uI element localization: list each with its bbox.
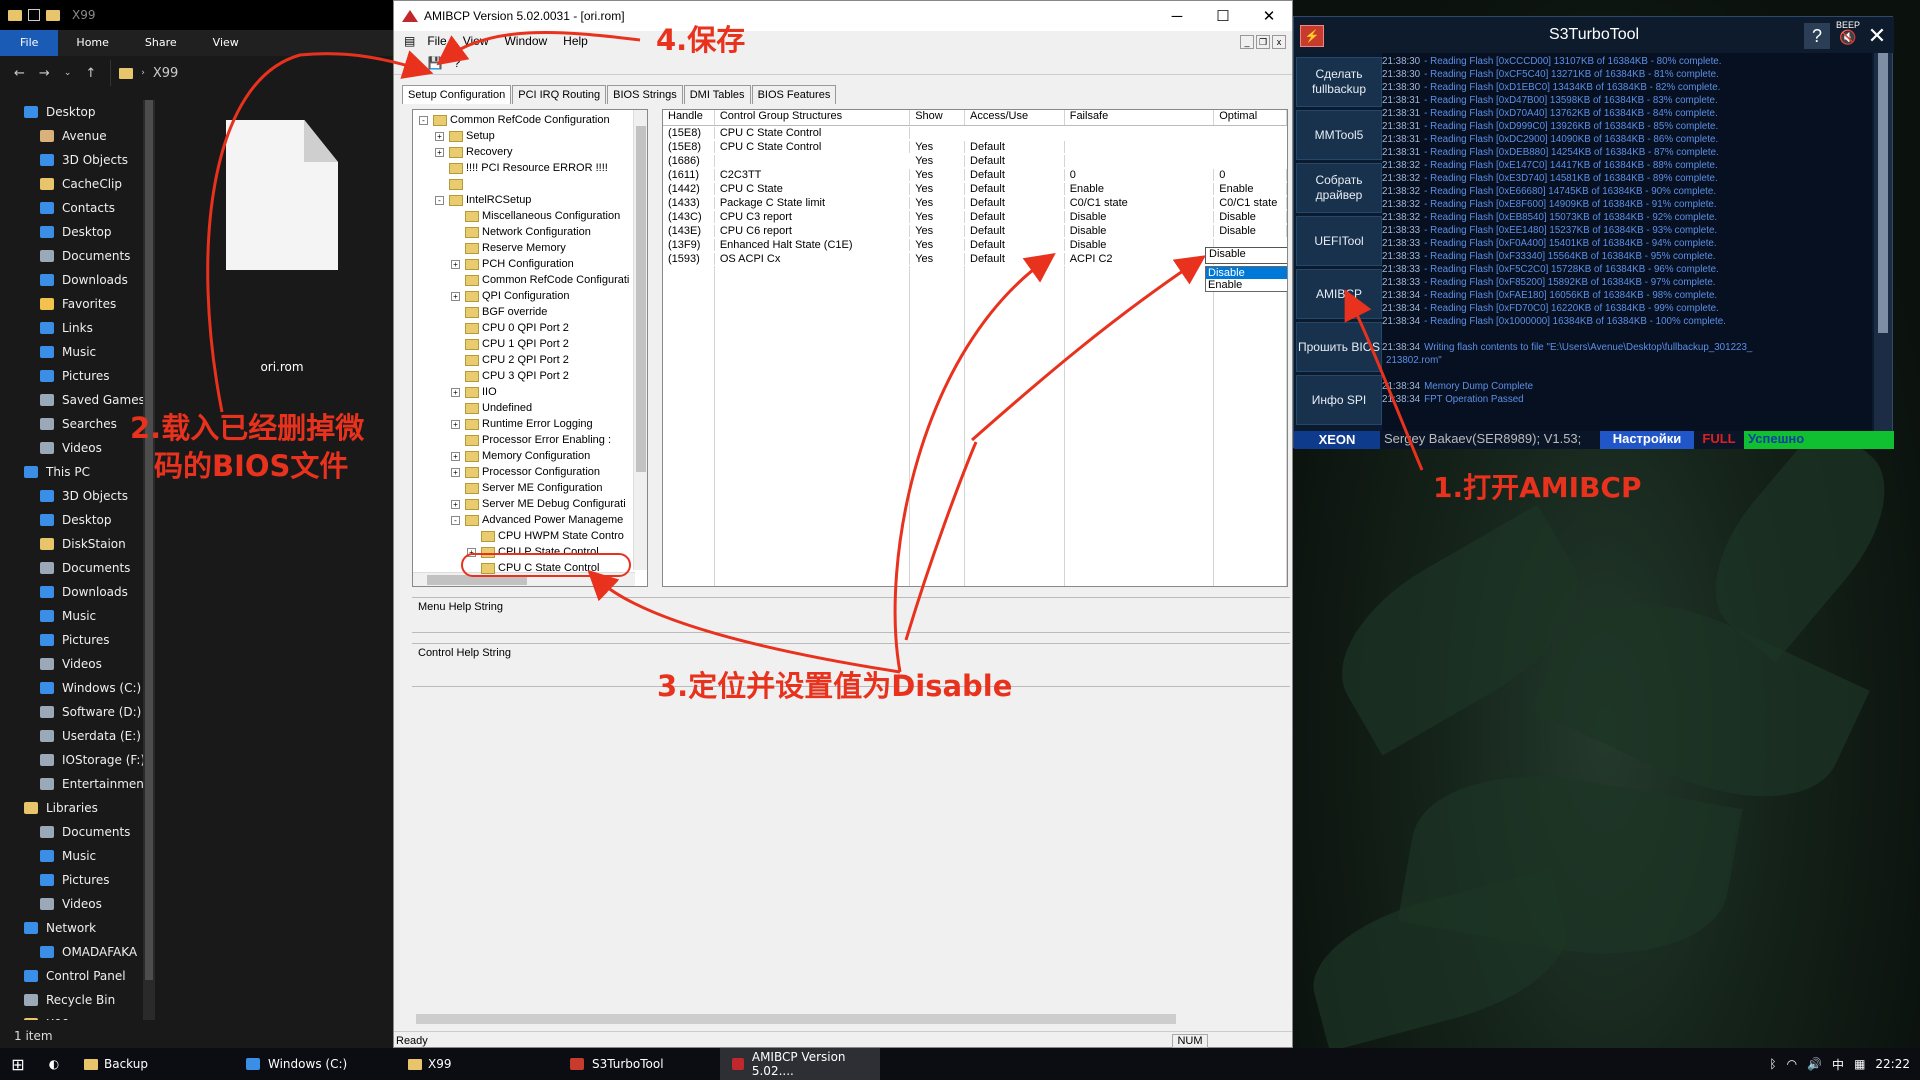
annotation-step2-line2: 码的BIOS文件 xyxy=(154,449,349,483)
arrow-step3-b xyxy=(971,255,1206,442)
network-icon[interactable]: ◠ xyxy=(1787,1057,1797,1071)
taskbar-label: X99 xyxy=(428,1057,452,1071)
app-icon[interactable]: ◐ xyxy=(36,1057,72,1071)
windows-start-icon[interactable]: ⊞ xyxy=(0,1055,36,1074)
arrow-step3-a xyxy=(893,253,1056,673)
taskbar-item-amibcp[interactable]: AMIBCP Version 5.02.... xyxy=(720,1048,880,1080)
folder-icon xyxy=(84,1058,98,1070)
annotation-step4: 4.保存 xyxy=(656,23,746,57)
taskbar-label: Windows (C:) xyxy=(268,1057,348,1071)
keyboard-icon[interactable]: ▦ xyxy=(1854,1057,1865,1071)
drive-icon xyxy=(246,1058,260,1070)
volume-icon[interactable]: 🔊 xyxy=(1807,1057,1822,1071)
ime-indicator[interactable]: 中 xyxy=(1832,1056,1844,1073)
arrow-step4 xyxy=(436,31,641,66)
annotation-step3: 3.定位并设置值为Disable xyxy=(657,669,1013,703)
system-tray: ᛒ ◠ 🔊 中 ▦ 22:22 xyxy=(1769,1048,1910,1080)
taskbar-label: AMIBCP Version 5.02.... xyxy=(751,1050,846,1078)
arrow-step3-c xyxy=(587,569,901,674)
taskbar-label: S3TurboTool xyxy=(592,1057,664,1071)
ami-logo-icon xyxy=(732,1058,744,1070)
taskbar-item-windows-c[interactable]: Windows (C:) xyxy=(234,1048,394,1080)
arrow-step3-d xyxy=(904,441,978,641)
clock[interactable]: 22:22 xyxy=(1875,1057,1910,1071)
highlight-ring xyxy=(461,553,631,577)
s3-app-icon xyxy=(570,1058,584,1070)
arrow-step2 xyxy=(206,50,434,413)
taskbar-item-backup[interactable]: Backup xyxy=(72,1048,232,1080)
arrow-step1 xyxy=(1344,289,1424,471)
taskbar-item-x99[interactable]: X99 xyxy=(396,1048,556,1080)
taskbar-item-s3turbotool[interactable]: S3TurboTool xyxy=(558,1048,718,1080)
bluetooth-icon[interactable]: ᛒ xyxy=(1769,1057,1776,1071)
annotation-step2-line1: 2.载入已经删掉微 xyxy=(130,411,365,445)
taskbar: ⊞ ◐ Backup Windows (C:) X99 S3TurboTool … xyxy=(0,1048,1920,1080)
annotation-arrows xyxy=(206,31,1424,674)
taskbar-label: Backup xyxy=(104,1057,148,1071)
folder-icon xyxy=(408,1058,422,1070)
annotation-step1: 1.打开AMIBCP xyxy=(1433,471,1642,504)
